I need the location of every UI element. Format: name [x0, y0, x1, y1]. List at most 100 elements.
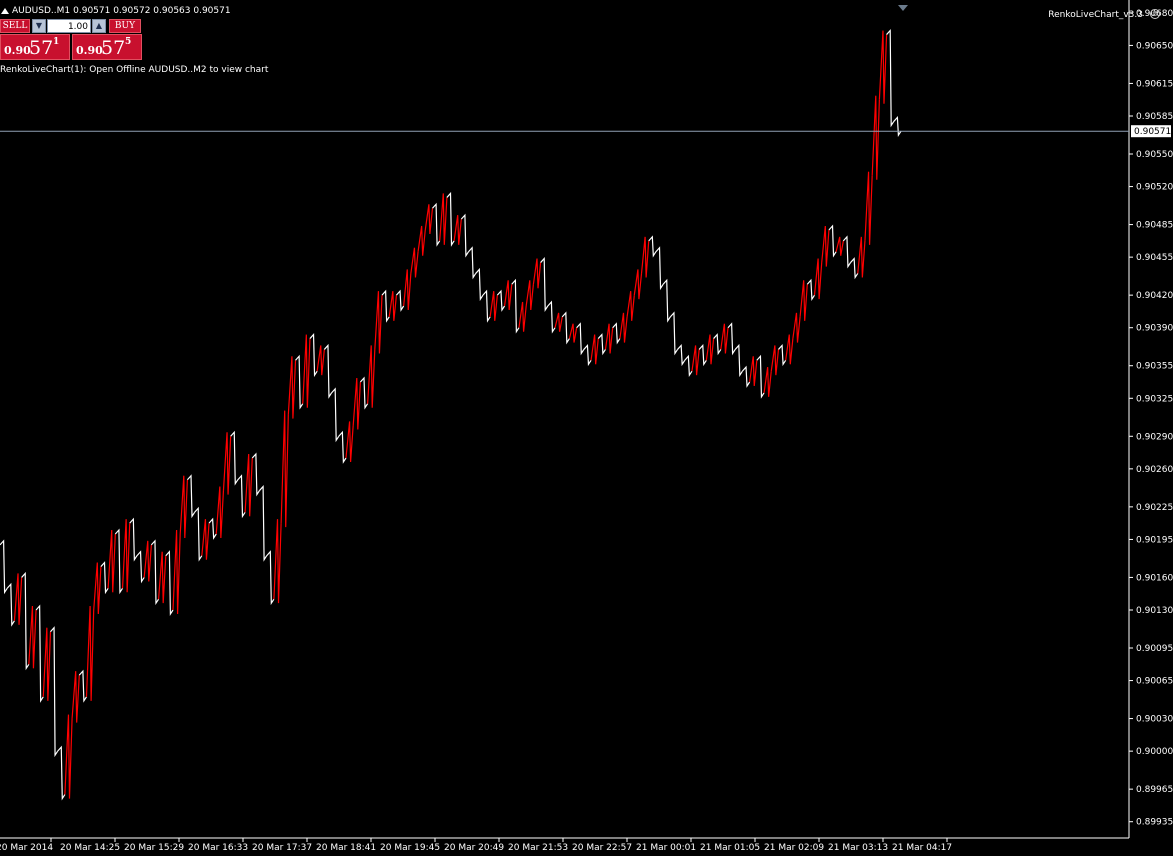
x-tick-label: 20 Mar 17:37	[252, 843, 312, 853]
chart-header: AUDUSD..M1 0.90571 0.90572 0.90563 0.905…	[0, 6, 231, 16]
y-tick-label: 0.90390	[1136, 324, 1173, 334]
price-segment	[482, 289, 491, 323]
price-segment	[157, 551, 167, 604]
triangle-up-icon	[1, 8, 9, 14]
price-segment	[417, 225, 426, 256]
price-segment	[734, 343, 743, 378]
price-segment	[842, 235, 852, 269]
lot-size-input[interactable]: 1.00	[47, 19, 91, 33]
price-segment	[511, 278, 520, 334]
price-segment	[266, 550, 275, 606]
x-tick-label: 21 Mar 02:09	[764, 843, 824, 853]
price-segment	[648, 235, 657, 258]
y-tick-label: 0.90455	[1136, 253, 1173, 263]
sell-quote-prefix: 0.90	[4, 44, 31, 57]
buy-button[interactable]: BUY	[109, 19, 141, 33]
chart-area[interactable]: 0.90680 0.90650 0.90615 0.90585 0.90550 0.905…	[0, 0, 1173, 856]
price-segment	[28, 605, 37, 669]
price-segment	[230, 430, 239, 486]
price-segment	[439, 193, 448, 245]
price-segment	[850, 257, 859, 280]
price-segment	[237, 474, 246, 519]
price-segment	[518, 301, 527, 332]
price-segment	[179, 475, 189, 539]
price-segment	[107, 529, 116, 593]
price-segment	[821, 225, 830, 267]
x-tick-label: 20 Mar 18:41	[316, 843, 376, 853]
price-segment	[489, 291, 498, 321]
price-segment	[705, 334, 715, 365]
x-tick-label: 20 Mar 22:57	[572, 843, 632, 853]
price-segment	[713, 333, 722, 356]
price-segment	[785, 334, 794, 365]
price-segment	[85, 605, 95, 701]
price-segment	[619, 312, 628, 343]
y-tick-label: 0.90585	[1136, 112, 1173, 122]
price-segment	[424, 204, 434, 235]
y-tick-label: 0.90195	[1136, 535, 1173, 545]
lot-decrease-button[interactable]: ▼	[32, 19, 46, 33]
price-segment	[662, 278, 671, 323]
price-segment	[0, 539, 8, 595]
price-segment	[590, 334, 599, 365]
price-segment	[698, 343, 707, 367]
price-segment	[540, 257, 549, 312]
price-segment	[475, 267, 484, 302]
price-segment	[749, 356, 758, 387]
price-segment	[64, 714, 73, 799]
x-tick-label: 20 Mar 16:33	[188, 843, 248, 853]
price-segment	[338, 430, 347, 464]
price-segment	[13, 573, 23, 625]
price-segment	[222, 432, 232, 495]
price-segment	[597, 333, 606, 356]
y-tick-label: 0.90485	[1136, 221, 1173, 231]
sell-quote-fraction: 1	[53, 37, 60, 47]
y-tick-label: 0.90095	[1136, 644, 1173, 654]
price-segment	[42, 627, 52, 701]
sell-quote-pips: 57	[29, 37, 54, 59]
price-segment	[215, 486, 225, 539]
x-tick-label: 21 Mar 00:01	[636, 843, 696, 853]
buy-quote[interactable]: 0.90 57 5	[72, 34, 142, 60]
lot-increase-button[interactable]: ▲	[92, 19, 106, 33]
price-segment	[359, 376, 369, 410]
price-segment	[655, 246, 664, 291]
price-segment	[684, 354, 693, 378]
sell-quote[interactable]: 0.90 57 1	[0, 34, 70, 60]
price-segment	[165, 550, 174, 616]
price-segment	[367, 345, 376, 408]
indicator-label: RenkoLiveChart_v3.3	[1048, 10, 1143, 20]
price-segment	[172, 529, 181, 615]
price-segment	[259, 485, 268, 562]
price-segment	[374, 291, 383, 354]
price-chart[interactable]: 0.906800.906500.906150.905850.905500.905…	[0, 0, 1173, 856]
price-segment	[828, 224, 837, 258]
price-segment	[446, 191, 455, 247]
price-segment	[100, 561, 109, 595]
price-segment	[568, 323, 578, 343]
y-tick-label: 0.90325	[1136, 394, 1173, 404]
price-segment	[295, 354, 304, 410]
price-segment	[806, 278, 816, 302]
gear-icon[interactable]: ⚙	[1150, 9, 1160, 19]
y-tick-label: 0.90550	[1136, 150, 1173, 160]
price-segment	[345, 421, 354, 463]
price-segment	[273, 519, 282, 604]
price-segment	[669, 311, 679, 356]
price-segment	[287, 356, 297, 419]
chart-shift-marker[interactable]	[898, 5, 908, 11]
sell-button[interactable]: SELL	[0, 19, 30, 33]
price-segment	[410, 247, 419, 278]
price-segment	[547, 300, 556, 334]
price-segment	[640, 236, 650, 278]
price-segment	[78, 669, 87, 703]
price-segment	[6, 582, 15, 627]
price-segment	[302, 334, 311, 408]
price-segment	[323, 343, 333, 399]
price-segment	[633, 269, 643, 300]
price-segment	[604, 323, 614, 354]
one-click-trading-panel: SELL ▼ 1.00 ▲ BUY 0.90 57 1 0.90 57 5	[0, 19, 142, 60]
price-segment	[503, 280, 513, 311]
price-segment	[792, 312, 801, 343]
x-tick-label: 20 Mar 19:45	[380, 843, 440, 853]
